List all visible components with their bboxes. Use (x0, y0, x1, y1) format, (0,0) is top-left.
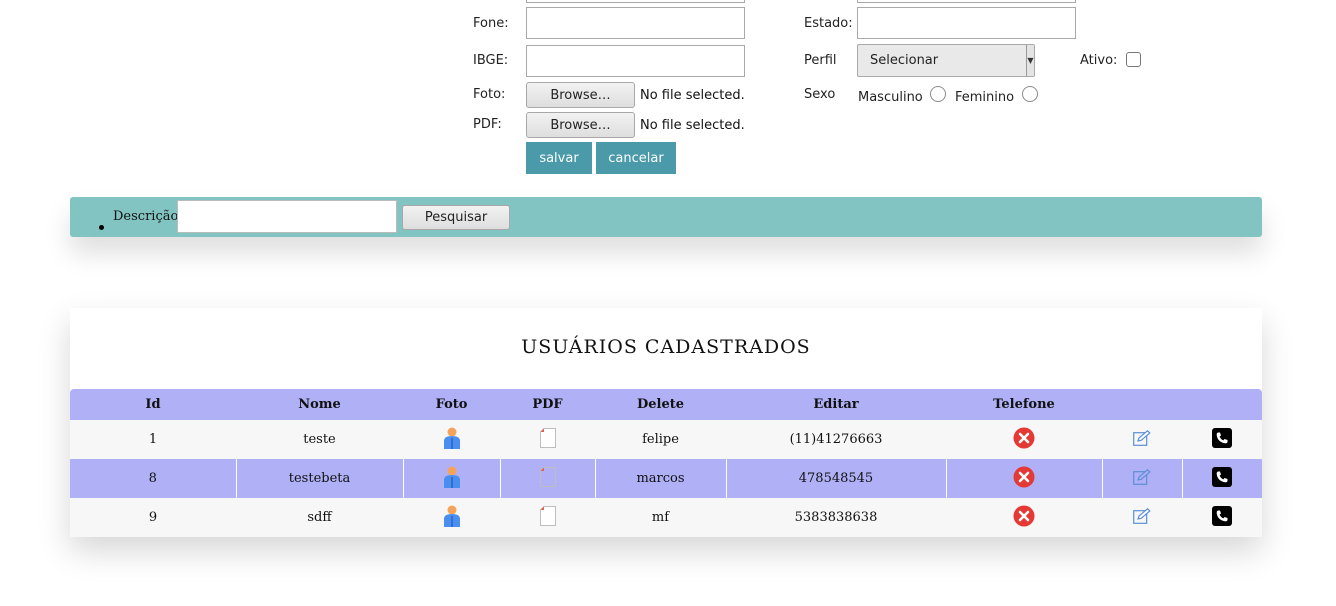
search-bar: Descrição Pesquisar (70, 197, 1262, 237)
header-phone-col (1182, 389, 1262, 420)
edit-icon[interactable] (1133, 468, 1151, 489)
document-icon[interactable] (539, 466, 556, 491)
descricao-label: Descrição (113, 209, 179, 224)
phone-icon[interactable] (1212, 427, 1232, 452)
estado-field[interactable] (857, 7, 1076, 39)
pdf-browse-button[interactable]: Browse… (526, 112, 635, 138)
user-icon[interactable] (443, 466, 461, 492)
cell-pdf (499, 459, 595, 498)
descricao-search-input[interactable] (177, 200, 397, 233)
sexo-label: Sexo (804, 87, 836, 102)
cell-foto (403, 498, 500, 537)
pdf-file-status: No file selected. (640, 118, 745, 133)
estado-label: Estado: (804, 16, 853, 31)
ibge-field[interactable] (526, 45, 745, 77)
document-icon[interactable] (539, 505, 556, 530)
cell-foto (402, 459, 500, 498)
phone-icon[interactable] (1212, 505, 1232, 530)
foto-label: Foto: (473, 87, 506, 102)
users-table: Id Nome Foto PDF Delete Editar Telefone … (70, 389, 1262, 537)
user-icon[interactable] (443, 505, 461, 531)
header-edit-col (1102, 389, 1182, 420)
foto-browse-button[interactable]: Browse… (526, 82, 635, 108)
delete-icon[interactable] (1013, 505, 1035, 531)
fone-label: Fone: (473, 16, 509, 31)
phone-icon[interactable] (1212, 466, 1233, 491)
chevron-down-icon: ▼ (1026, 45, 1034, 76)
perfil-label: Perfil (804, 53, 837, 68)
header-delete: Delete (595, 389, 726, 420)
cell-id: 8 (70, 459, 236, 498)
cell-phone-action (1182, 498, 1262, 537)
header-telefone: Telefone (946, 389, 1102, 420)
delete-icon[interactable] (1013, 427, 1035, 453)
cell-foto (403, 420, 500, 459)
user-icon[interactable] (443, 427, 461, 453)
cell-id: 1 (70, 420, 236, 459)
cell-id: 9 (70, 498, 236, 537)
table-row: 1 teste felipe (11)41276663 (70, 420, 1262, 459)
cell-phone-action (1181, 459, 1262, 498)
cell-nome: testebeta (235, 459, 403, 498)
cell-edit-action (1102, 498, 1182, 537)
cell-pdf (500, 420, 595, 459)
edit-icon[interactable] (1133, 429, 1151, 450)
cell-edit-action (1101, 459, 1182, 498)
cell-nome: sdff (236, 498, 403, 537)
perfil-selected-value: Selecionar (870, 53, 939, 68)
cell-delete-action (945, 459, 1102, 498)
table-row: 9 sdff mf 5383838638 (70, 498, 1262, 537)
cancelar-button[interactable]: cancelar (596, 142, 676, 174)
feminino-radio[interactable] (1022, 86, 1038, 102)
ativo-checkbox[interactable] (1126, 52, 1141, 67)
cell-editar-text: 478548545 (725, 459, 946, 498)
header-nome: Nome (236, 389, 403, 420)
fone-field[interactable] (526, 7, 745, 39)
ativo-label: Ativo: (1080, 53, 1118, 68)
cell-delete-text: mf (595, 498, 726, 537)
cell-nome: teste (236, 420, 403, 459)
delete-icon[interactable] (1013, 466, 1035, 492)
feminino-label: Feminino (955, 90, 1015, 105)
users-table-title: USUÁRIOS CADASTRADOS (521, 336, 811, 358)
masculino-label: Masculino (858, 90, 923, 105)
cell-editar-text: (11)41276663 (726, 420, 946, 459)
header-id: Id (70, 389, 236, 420)
cell-pdf (500, 498, 595, 537)
table-row: 8 testebeta marcos 478548545 (70, 459, 1262, 498)
masculino-radio[interactable] (930, 86, 946, 102)
salvar-button[interactable]: salvar (526, 142, 592, 174)
pdf-label: PDF: (473, 117, 502, 132)
bullet-dot (99, 225, 104, 230)
cidade-field[interactable] (526, 0, 745, 3)
cell-editar-text: 5383838638 (726, 498, 946, 537)
cell-delete-text: marcos (594, 459, 726, 498)
document-icon[interactable] (539, 427, 556, 452)
cell-edit-action (1102, 420, 1182, 459)
cell-delete-text: felipe (595, 420, 726, 459)
users-card: USUÁRIOS CADASTRADOS Id Nome Foto PDF De… (70, 308, 1262, 537)
header-editar: Editar (726, 389, 946, 420)
table-header-row: Id Nome Foto PDF Delete Editar Telefone (70, 389, 1262, 420)
header-pdf: PDF (500, 389, 595, 420)
edit-icon[interactable] (1133, 507, 1151, 528)
cell-delete-action (946, 420, 1102, 459)
foto-file-status: No file selected. (640, 88, 745, 103)
ibge-label: IBGE: (473, 53, 509, 68)
pesquisar-button[interactable]: Pesquisar (402, 205, 510, 230)
bairro-field[interactable] (857, 0, 1076, 3)
cell-delete-action (946, 498, 1102, 537)
perfil-select[interactable]: Selecionar ▼ (857, 44, 1035, 77)
header-foto: Foto (403, 389, 500, 420)
cell-phone-action (1182, 420, 1262, 459)
